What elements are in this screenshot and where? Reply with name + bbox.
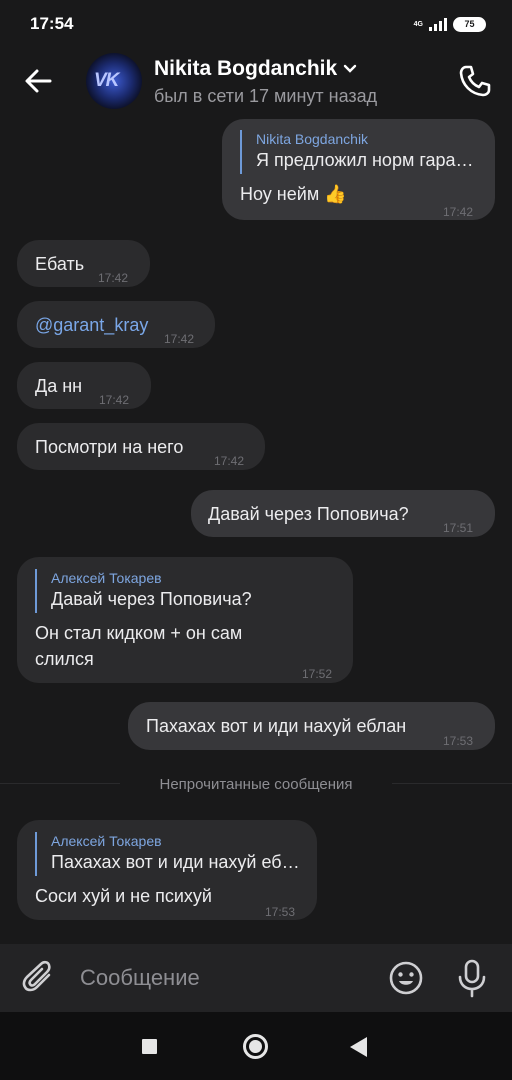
signal-icon bbox=[429, 17, 447, 31]
status-bar: 17:54 4G 75 bbox=[0, 0, 512, 48]
back-arrow-icon[interactable] bbox=[22, 66, 54, 96]
message-time: 17:51 bbox=[443, 521, 474, 535]
message-time: 17:42 bbox=[214, 454, 245, 468]
message-text: Давай через Поповича? bbox=[208, 504, 409, 524]
phone-icon[interactable] bbox=[458, 64, 492, 98]
unread-divider-label: Непрочитанные сообщения bbox=[159, 775, 353, 793]
message-bubble-outgoing[interactable]: Пахахах вот и иди нахуй еблан 17:53 bbox=[128, 702, 495, 750]
avatar[interactable]: VK bbox=[86, 53, 142, 109]
reply-quote[interactable]: Алексей Токарев Давай через Поповича? bbox=[35, 569, 335, 613]
message-time: 17:52 bbox=[302, 667, 333, 681]
reply-text: Пахахах вот и иди нахуй еб… bbox=[51, 852, 300, 872]
contact-name: Nikita Bogdanchik bbox=[154, 57, 338, 80]
chevron-down-icon bbox=[344, 64, 357, 73]
message-text: Соси хуй и не психуй bbox=[35, 886, 212, 906]
message-time: 17:53 bbox=[443, 734, 474, 748]
system-nav-bar bbox=[0, 1012, 512, 1080]
reply-author: Nikita Bogdanchik bbox=[256, 131, 369, 147]
chat-header: VK Nikita Bogdanchik был в сети 17 минут… bbox=[0, 48, 512, 114]
message-time: 17:53 bbox=[265, 905, 296, 919]
battery-icon: 75 bbox=[453, 16, 486, 32]
message-text: Посмотри на него bbox=[35, 437, 184, 457]
last-seen-status: был в сети 17 минут назад bbox=[154, 86, 378, 106]
message-input[interactable] bbox=[80, 960, 370, 996]
message-text: Пахахах вот и иди нахуй еблан bbox=[146, 716, 407, 736]
contact-name-row[interactable]: Nikita Bogdanchik bbox=[154, 57, 357, 81]
home-button[interactable] bbox=[243, 1034, 268, 1059]
status-icons: 4G 75 bbox=[413, 16, 486, 32]
status-time: 17:54 bbox=[30, 14, 74, 33]
mention-link[interactable]: @garant_kray bbox=[35, 312, 148, 338]
message-bubble-incoming[interactable]: Алексей Токарев Давай через Поповича? Он… bbox=[17, 557, 353, 683]
reply-text: Давай через Поповича? bbox=[51, 589, 252, 609]
message-bubble-incoming[interactable]: Посмотри на него 17:42 bbox=[17, 423, 265, 470]
message-time: 17:42 bbox=[99, 393, 130, 407]
message-bubble-outgoing[interactable]: Nikita Bogdanchik Я предложил норм гара…… bbox=[222, 119, 495, 220]
message-time: 17:42 bbox=[164, 332, 195, 346]
back-button[interactable] bbox=[350, 1037, 367, 1057]
smile-icon[interactable] bbox=[388, 960, 424, 996]
reply-text: Я предложил норм гара… bbox=[256, 150, 474, 170]
avatar-logo: VK bbox=[94, 70, 119, 91]
message-text: Ебать bbox=[35, 254, 85, 274]
paperclip-icon[interactable] bbox=[22, 960, 58, 996]
message-text-line: слился bbox=[35, 649, 94, 669]
message-time: 17:42 bbox=[98, 271, 129, 285]
microphone-icon[interactable] bbox=[454, 958, 490, 998]
message-bubble-outgoing[interactable]: Давай через Поповича? 17:51 bbox=[191, 490, 495, 537]
recents-button[interactable] bbox=[142, 1039, 157, 1054]
message-bubble-incoming[interactable]: Ебать 17:42 bbox=[17, 240, 150, 287]
message-text-line: Он стал кидком + он сам bbox=[35, 623, 243, 643]
message-bubble-incoming[interactable]: @garant_kray 17:42 bbox=[17, 301, 215, 348]
unread-messages-divider: Непрочитанные сообщения bbox=[0, 770, 512, 798]
reply-quote[interactable]: Алексей Токарев Пахахах вот и иди нахуй … bbox=[35, 832, 300, 876]
message-bubble-incoming[interactable]: Да нн 17:42 bbox=[17, 362, 151, 409]
message-bubble-incoming[interactable]: Алексей Токарев Пахахах вот и иди нахуй … bbox=[17, 820, 317, 920]
battery-level: 75 bbox=[464, 19, 475, 29]
message-text: Да нн bbox=[35, 376, 83, 396]
network-type: 4G bbox=[413, 20, 423, 28]
reply-quote[interactable]: Nikita Bogdanchik Я предложил норм гара… bbox=[240, 130, 480, 174]
message-time: 17:42 bbox=[443, 205, 474, 219]
message-text: Ноу нейм 👍 bbox=[240, 184, 347, 204]
reply-author: Алексей Токарев bbox=[51, 833, 162, 849]
message-composer bbox=[0, 944, 512, 1012]
reply-author: Алексей Токарев bbox=[51, 570, 162, 586]
